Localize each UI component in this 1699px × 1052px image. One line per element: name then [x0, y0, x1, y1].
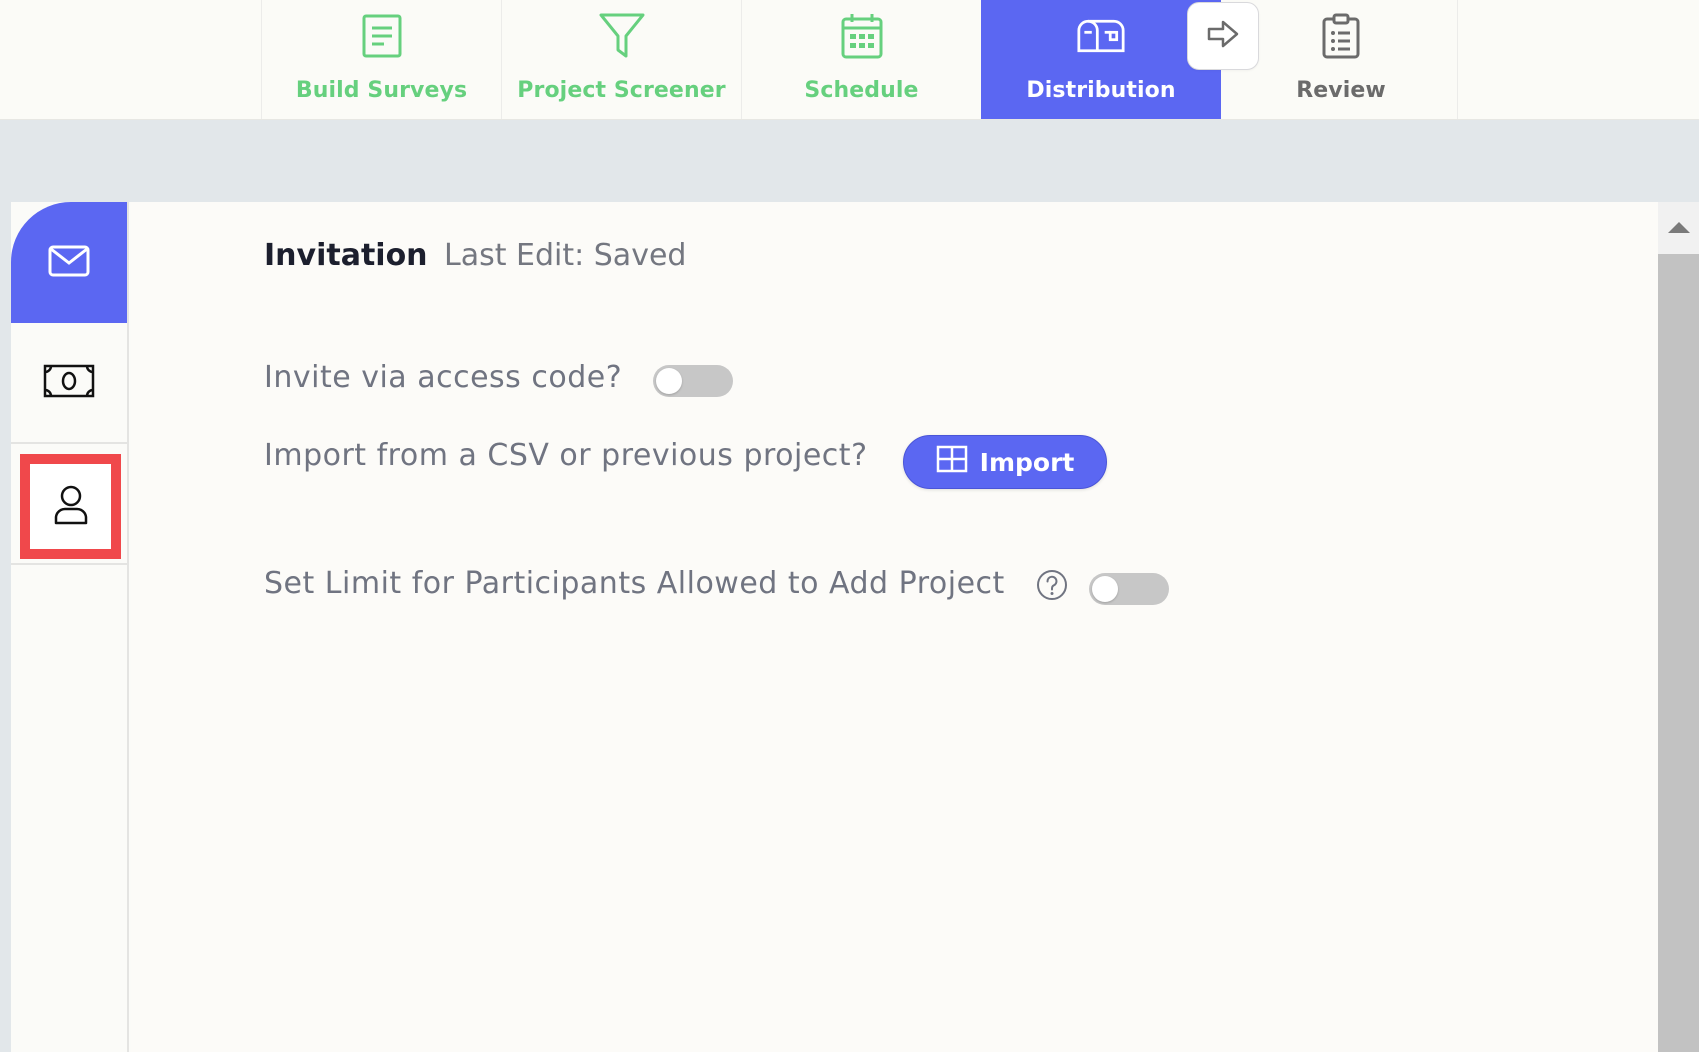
- import-button[interactable]: Import: [903, 435, 1107, 489]
- left-gutter: [0, 202, 11, 1052]
- clipboard-icon: [1317, 12, 1365, 60]
- scroll-thumb[interactable]: [1658, 254, 1699, 1052]
- toggle-knob: [1092, 576, 1118, 602]
- help-icon[interactable]: [1036, 569, 1068, 601]
- document-icon: [358, 12, 406, 60]
- tab-schedule[interactable]: Schedule: [741, 0, 981, 119]
- nav-divider: [1457, 0, 1458, 119]
- side-item-invitation[interactable]: [11, 202, 127, 323]
- access-code-toggle[interactable]: [653, 365, 733, 397]
- import-label: Import from a CSV or previous project?: [264, 438, 868, 473]
- side-item-incentives[interactable]: [11, 323, 127, 444]
- arrow-right-icon: [1207, 19, 1239, 53]
- header-band: [0, 120, 1699, 202]
- calendar-icon: [838, 12, 886, 60]
- main-panel: Invitation Last Edit: Saved Invite via a…: [131, 202, 1658, 1052]
- toggle-knob: [656, 368, 682, 394]
- tab-build-surveys[interactable]: Build Surveys: [261, 0, 501, 119]
- import-button-label: Import: [979, 447, 1075, 477]
- tab-distribution[interactable]: Distribution: [981, 0, 1221, 119]
- grid-icon: [936, 445, 968, 479]
- tab-label: Project Screener: [517, 78, 726, 103]
- tab-project-screener[interactable]: Project Screener: [501, 0, 741, 119]
- cash-icon: [43, 364, 95, 402]
- funnel-icon: [598, 12, 646, 60]
- caret-up-icon: [1667, 219, 1691, 238]
- save-status: Last Edit: Saved: [444, 238, 687, 273]
- tab-label: Review: [1296, 78, 1386, 103]
- top-nav: Build Surveys Project Screener Schedule: [0, 0, 1699, 120]
- next-step-button[interactable]: [1187, 2, 1259, 70]
- mailbox-icon: [1077, 12, 1125, 60]
- tab-label: Build Surveys: [295, 78, 468, 103]
- participant-limit-label: Set Limit for Participants Allowed to Ad…: [264, 566, 1005, 601]
- envelope-icon: [48, 245, 90, 281]
- tab-label: Schedule: [804, 78, 919, 103]
- page-title: Invitation: [264, 238, 428, 273]
- scrollbar[interactable]: [1658, 202, 1699, 1052]
- highlighted-participants-button[interactable]: [20, 454, 121, 559]
- tab-label: Distribution: [1026, 78, 1176, 103]
- side-rail: [11, 202, 129, 1052]
- access-code-label: Invite via access code?: [264, 360, 623, 395]
- participant-limit-toggle[interactable]: [1089, 573, 1169, 605]
- user-icon: [53, 484, 89, 530]
- scroll-up-button[interactable]: [1658, 202, 1699, 254]
